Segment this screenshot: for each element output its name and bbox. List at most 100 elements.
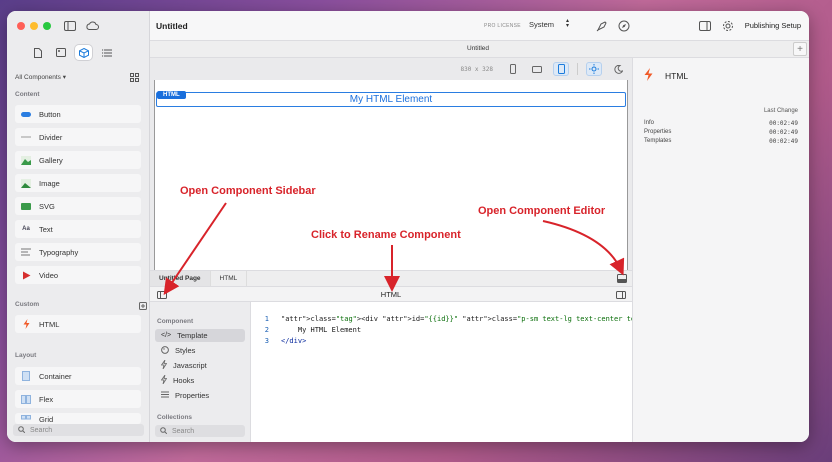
search-placeholder: Search xyxy=(172,427,195,435)
row-label: Properties xyxy=(644,129,672,135)
image-icon xyxy=(21,178,31,188)
row-time: 00:02:49 xyxy=(769,138,798,145)
components-tab-icon[interactable] xyxy=(75,45,92,60)
component-item-typography[interactable]: Typography xyxy=(15,243,141,261)
add-custom-component-icon[interactable] xyxy=(136,299,149,312)
tablet-landscape-icon[interactable] xyxy=(529,62,545,76)
pages-tab-icon[interactable] xyxy=(29,45,46,60)
component-item-video[interactable]: Video xyxy=(15,266,141,284)
plus-icon: + xyxy=(797,43,803,55)
component-name-title[interactable]: HTML xyxy=(150,290,632,299)
component-item-label: Text xyxy=(39,224,53,234)
editor-item-label: Styles xyxy=(175,346,196,355)
svg-icon xyxy=(21,201,31,211)
theme-select[interactable]: System ▴ ▾ xyxy=(529,18,570,29)
editor-sidebar: Component </> Template Styles Javascript… xyxy=(150,302,251,442)
toolbar-divider xyxy=(577,63,578,75)
component-item-gallery[interactable]: Gallery xyxy=(15,151,141,169)
grid-icon xyxy=(21,414,31,424)
dropdown-caret-icon: ▾ xyxy=(62,74,66,81)
editor-item-hooks[interactable]: Hooks xyxy=(155,374,245,387)
tab-html-component[interactable]: HTML xyxy=(211,271,248,286)
html-bolt-icon xyxy=(21,319,31,329)
row-label: Templates xyxy=(644,138,672,144)
media-tab-icon[interactable] xyxy=(52,45,69,60)
component-item-container[interactable]: Container xyxy=(15,367,141,385)
inspector-header: HTML xyxy=(644,68,688,83)
sidebar-top-icons xyxy=(63,19,99,32)
annotation-rename: Click to Rename Component xyxy=(311,229,461,241)
element-text: My HTML Element xyxy=(349,94,433,105)
editor-item-properties[interactable]: Properties xyxy=(155,389,245,402)
editor-item-label: Hooks xyxy=(173,376,195,385)
all-components-label: All Components xyxy=(15,74,61,81)
theme-select-value: System xyxy=(529,19,555,29)
minimize-window-button[interactable] xyxy=(30,22,38,30)
component-item-text[interactable]: Aa Text xyxy=(15,220,141,238)
editor-search-input[interactable]: Search xyxy=(155,425,245,437)
line-number: 3 xyxy=(264,337,269,345)
code-text: My HTML Element xyxy=(281,326,362,334)
publishing-setup-button[interactable]: Publishing Setup xyxy=(745,21,801,30)
component-item-label: Gallery xyxy=(39,155,63,165)
phone-preview-icon[interactable] xyxy=(505,62,521,76)
select-stepper-icon: ▴ ▾ xyxy=(566,18,570,29)
document-title[interactable]: Untitled xyxy=(156,21,188,31)
component-item-svg[interactable]: SVG xyxy=(15,197,141,215)
grid-view-icon[interactable] xyxy=(128,71,141,84)
row-time: 00:02:49 xyxy=(769,129,798,136)
component-item-label: SVG xyxy=(39,201,55,211)
inspector-title: HTML xyxy=(665,70,689,81)
search-placeholder: Search xyxy=(30,426,53,434)
component-item-button[interactable]: Button xyxy=(15,105,141,123)
component-item-divider[interactable]: Divider xyxy=(15,128,141,146)
inspector-row-properties: Properties 00:02:49 xyxy=(644,129,798,136)
zoom-window-button[interactable] xyxy=(43,22,51,30)
editor-item-javascript[interactable]: Javascript xyxy=(155,359,245,372)
section-component-label: Component xyxy=(157,318,194,325)
inspector-panel: HTML Last Change Info 00:02:49 Propertie… xyxy=(632,58,809,442)
code-text: </div> xyxy=(281,337,307,345)
text-icon: Aa xyxy=(22,226,30,232)
dark-mode-icon[interactable] xyxy=(610,62,626,76)
component-item-label: HTML xyxy=(39,319,60,329)
component-search-input[interactable]: Search xyxy=(13,424,144,436)
close-window-button[interactable] xyxy=(17,22,25,30)
inspector-row-info: Info 00:02:49 xyxy=(644,120,798,127)
sidebar-toggle-icon[interactable] xyxy=(63,19,76,32)
layers-tab-icon[interactable] xyxy=(98,45,115,60)
html-element[interactable]: HTML My HTML Element xyxy=(156,91,626,107)
gear-icon[interactable] xyxy=(722,19,735,32)
flex-icon xyxy=(21,394,31,404)
all-components-filter[interactable]: All Components ▾ xyxy=(15,71,141,83)
component-item-flex[interactable]: Flex xyxy=(15,390,141,408)
component-item-label: Flex xyxy=(39,394,54,404)
new-tab-button[interactable]: + xyxy=(793,42,807,56)
component-item-image[interactable]: Image xyxy=(15,174,141,192)
style-brush-icon[interactable] xyxy=(595,19,608,32)
line-number: 2 xyxy=(264,326,269,334)
component-item-label: Image xyxy=(39,178,60,188)
tablet-portrait-icon[interactable] xyxy=(553,62,569,76)
component-item-grid[interactable]: Grid xyxy=(15,413,141,424)
editor-panel-toggle-icon[interactable] xyxy=(617,274,627,285)
section-content-label: Content xyxy=(15,91,40,98)
inspector-toggle-icon[interactable] xyxy=(699,19,712,32)
header-tool-icons xyxy=(595,19,630,32)
pro-license-label: PRO LICENSE xyxy=(484,23,521,29)
editor-item-styles[interactable]: Styles xyxy=(155,344,245,357)
document-tabbar: Untitled + xyxy=(150,41,809,58)
tab-untitled[interactable]: Untitled xyxy=(467,45,489,52)
component-item-html[interactable]: HTML xyxy=(15,315,141,333)
light-mode-icon[interactable] xyxy=(586,62,602,76)
editor-item-template[interactable]: </> Template xyxy=(155,329,245,342)
tab-untitled-page[interactable]: Untitled Page xyxy=(150,271,211,286)
component-editor-toggle-icon[interactable] xyxy=(614,288,627,301)
editor-item-label: Template xyxy=(177,331,208,340)
code-editor[interactable]: 1 "attr">class="tag"><div "attr">id="{{i… xyxy=(251,302,694,442)
code-line: 1 "attr">class="tag"><div "attr">id="{{i… xyxy=(251,315,694,326)
compass-icon[interactable] xyxy=(617,19,630,32)
cloud-icon[interactable] xyxy=(86,19,99,32)
component-item-label: Container xyxy=(39,371,72,381)
window-controls xyxy=(17,22,51,30)
